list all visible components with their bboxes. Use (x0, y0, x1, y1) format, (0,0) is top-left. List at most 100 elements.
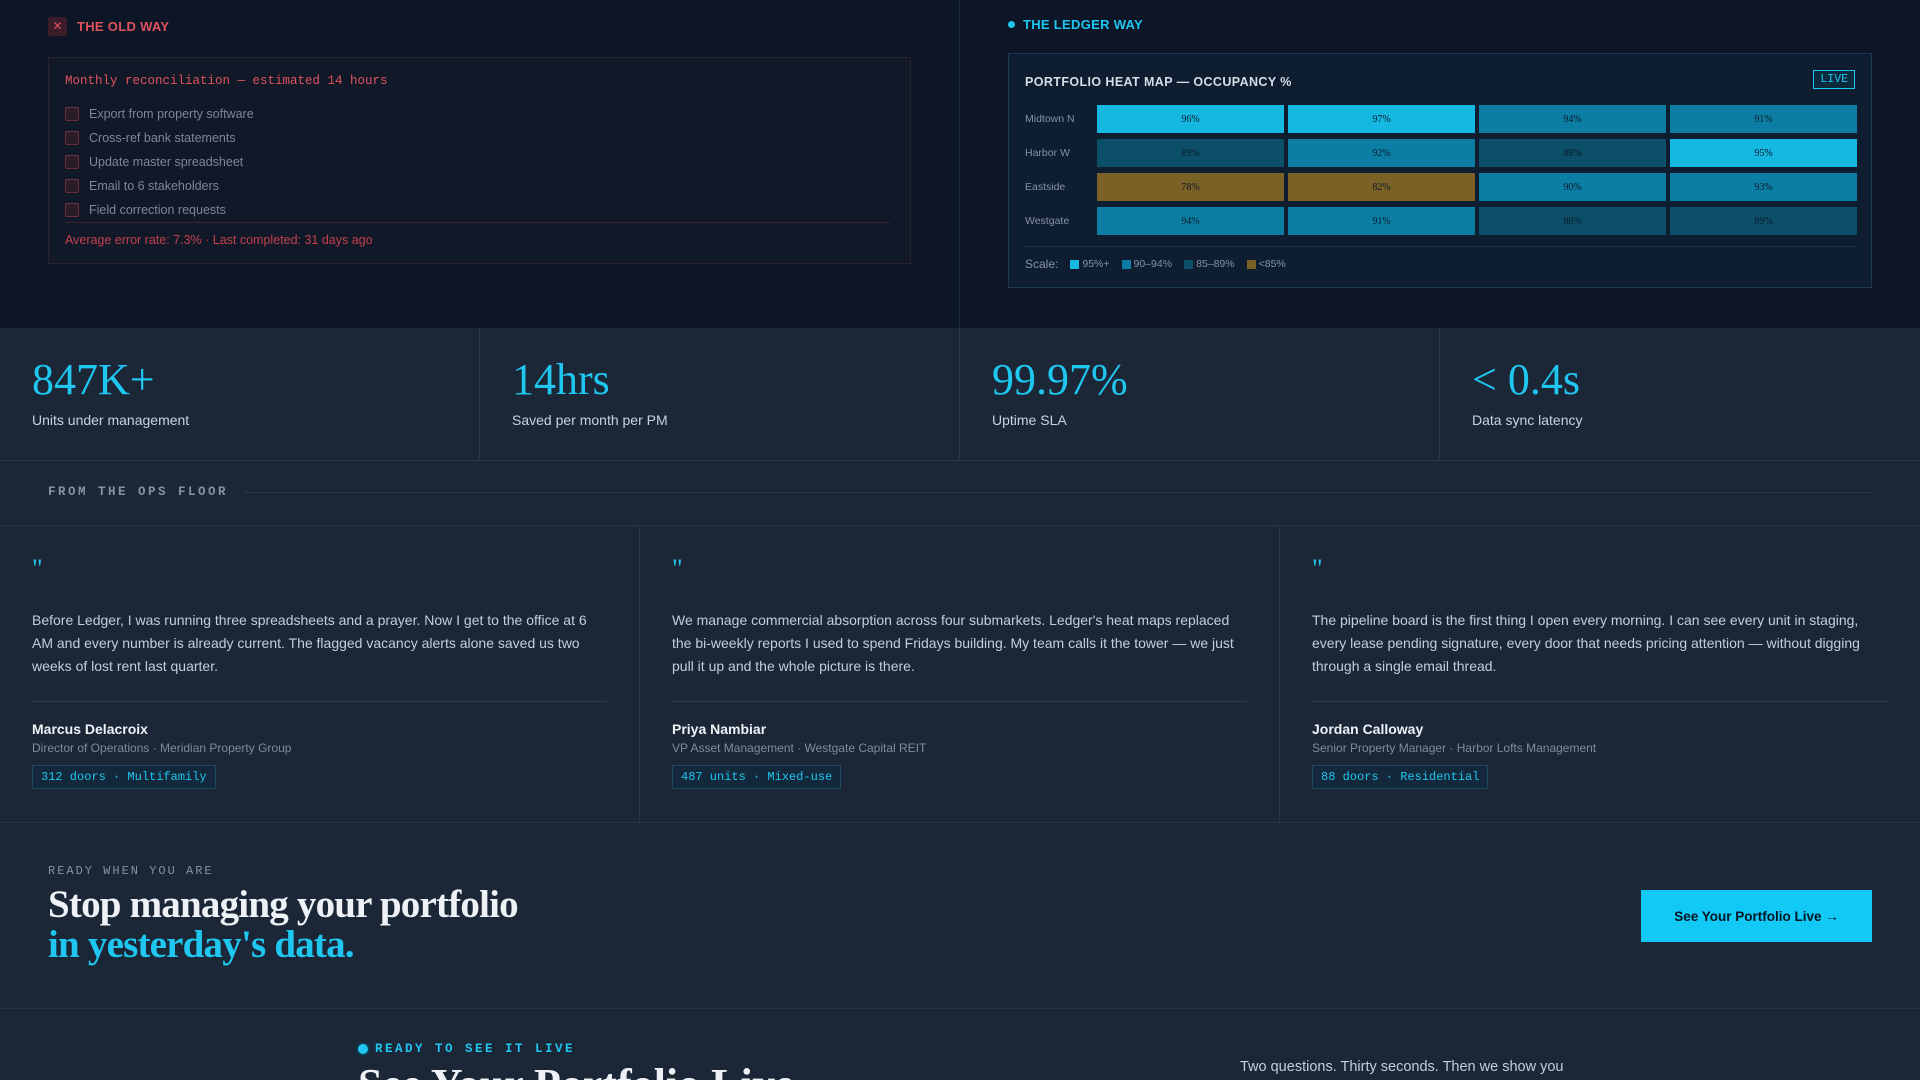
old-way-heading: Monthly reconciliation — estimated 14 ho… (65, 74, 388, 88)
cta-section: READY WHEN YOU ARE Stop managing your po… (0, 823, 1920, 1009)
bottom-title: See Your Portfolio Live (358, 1060, 794, 1080)
scale-swatch-icon (1246, 259, 1256, 269)
quote-icon: " (1312, 554, 1323, 583)
heatmap-cell: 82% (1288, 173, 1475, 201)
checkbox-icon (65, 155, 79, 169)
see-portfolio-live-button[interactable]: See Your Portfolio Live → (1641, 890, 1872, 942)
ledger-way-title: THE LEDGER WAY (1023, 17, 1144, 32)
old-way-card: Monthly reconciliation — estimated 14 ho… (48, 57, 911, 264)
checkbox-icon (65, 179, 79, 193)
stat-latency: < 0.4s Data sync latency (1440, 328, 1920, 460)
cta-headline: Stop managing your portfolio (48, 883, 519, 926)
testimonial-tag: 312 doors · Multifamily (32, 765, 216, 789)
stat-uptime: 99.97% Uptime SLA (960, 328, 1440, 460)
comparison-section: ✕ THE OLD WAY Monthly reconciliation — e… (0, 0, 1920, 328)
testimonial-divider (672, 701, 1247, 702)
testimonial-name: Jordan Calloway (1312, 721, 1424, 737)
scale-swatch-icon (1121, 259, 1131, 269)
stats-bar: 847K+ Units under management 14hrs Saved… (0, 328, 1920, 461)
heatmap-divider (1025, 246, 1855, 247)
heatmap-row-label: Westgate (1025, 215, 1070, 227)
testimonial-divider (32, 701, 607, 702)
scale-item-label: <85% (1258, 258, 1286, 270)
testimonials: " Before Ledger, I was running three spr… (0, 526, 1920, 823)
scale-item: 85–89% (1184, 258, 1235, 270)
stat-label: Units under management (32, 412, 190, 428)
heatmap-cell: 91% (1288, 207, 1475, 235)
testimonial-tag: 487 units · Mixed-use (672, 765, 842, 789)
heatmap-row: Harbor W 89% 92% 88% 95% (1025, 138, 1861, 168)
bottom-side-text: Two questions. Thirty seconds. Then we s… (1240, 1059, 1564, 1075)
testimonial-name: Marcus Delacroix (32, 721, 148, 737)
live-badge: LIVE (1813, 70, 1855, 89)
ledger-way-header: THE LEDGER WAY (1008, 17, 1143, 32)
heatmap-cell: 89% (1670, 207, 1857, 235)
testimonial-quote: Before Ledger, I was running three sprea… (32, 612, 587, 674)
heatmap-cell: 96% (1097, 105, 1284, 133)
scale-item-label: 95%+ (1082, 258, 1110, 270)
checklist-item: Cross-ref bank statements (65, 126, 254, 150)
testimonial-role: Director of Operations · Meridian Proper… (32, 741, 292, 755)
heatmap-row: Midtown N 96% 97% 94% 91% (1025, 104, 1861, 134)
heatmap-row: Westgate 94% 91% 86% 89% (1025, 206, 1861, 236)
heatmap-cell: 95% (1670, 139, 1857, 167)
scale-item-label: 90–94% (1133, 258, 1173, 270)
old-way-footer: Average error rate: 7.3% · Last complete… (65, 233, 373, 247)
scale-swatch-icon (1070, 259, 1080, 269)
checklist-item: Email to 6 stakeholders (65, 174, 254, 198)
heatmap-cell: 92% (1288, 139, 1475, 167)
comparison-divider (959, 0, 960, 328)
task-checklist: Export from property software Cross-ref … (65, 102, 254, 222)
testimonial-card: " We manage commercial absorption across… (640, 526, 1280, 822)
heatmap-cell: 88% (1479, 139, 1666, 167)
checklist-item-label: Cross-ref bank statements (89, 131, 236, 145)
heatmap-cell: 90% (1479, 173, 1666, 201)
old-way-divider (65, 222, 890, 223)
testimonial-role: Senior Property Manager · Harbor Lofts M… (1312, 741, 1597, 755)
checkbox-icon (65, 203, 79, 217)
scale-item-label: 85–89% (1196, 258, 1235, 270)
heatmap-scale: Scale: 95%+ 90–94% 85–89% <85% (1025, 257, 1290, 271)
heatmap-row-label: Harbor W (1025, 147, 1070, 159)
heatmap-cell: 94% (1479, 105, 1666, 133)
bottom-eyebrow: READY TO SEE IT LIVE (358, 1042, 575, 1056)
testimonial-card: " The pipeline board is the first thing … (1280, 526, 1920, 822)
heatmap-row-label: Midtown N (1025, 113, 1075, 125)
ops-floor-title: FROM THE OPS FLOOR (48, 485, 229, 499)
checkbox-icon (65, 131, 79, 145)
checklist-item: Export from property software (65, 102, 254, 126)
heatmap-cell: 86% (1479, 207, 1666, 235)
heatmap-card: PORTFOLIO HEAT MAP — OCCUPANCY % LIVE Mi… (1008, 53, 1872, 288)
scale-label: Scale: (1025, 257, 1059, 271)
scale-item: 95%+ (1070, 258, 1110, 270)
checklist-item-label: Update master spreadsheet (89, 155, 244, 169)
testimonial-role: VP Asset Management · Westgate Capital R… (672, 741, 927, 755)
scale-swatch-icon (1184, 259, 1194, 269)
stat-label: Saved per month per PM (512, 412, 668, 428)
stat-value: 847K+ (32, 355, 155, 404)
testimonial-name: Priya Nambiar (672, 721, 767, 737)
stat-units: 847K+ Units under management (0, 328, 480, 460)
stat-value: < 0.4s (1472, 355, 1580, 404)
scale-item: <85% (1246, 258, 1286, 270)
checkbox-icon (65, 107, 79, 121)
heatmap-title: PORTFOLIO HEAT MAP — OCCUPANCY % (1025, 75, 1292, 89)
heatmap-cell: 91% (1670, 105, 1857, 133)
checklist-item-label: Field correction requests (89, 203, 226, 217)
ops-floor-rule (244, 491, 1872, 493)
old-way-header: ✕ THE OLD WAY (48, 17, 169, 36)
testimonial-tag: 88 doors · Residential (1312, 765, 1489, 789)
quote-icon: " (672, 554, 683, 583)
heatmap-cell: 93% (1670, 173, 1857, 201)
testimonial-quote: We manage commercial absorption across f… (672, 612, 1234, 674)
heatmap-cell: 97% (1288, 105, 1475, 133)
stat-label: Data sync latency (1472, 412, 1583, 428)
quote-icon: " (32, 554, 43, 583)
stat-value: 14hrs (512, 355, 610, 404)
checklist-item-label: Email to 6 stakeholders (89, 179, 219, 193)
heatmap-row-label: Eastside (1025, 181, 1066, 193)
checklist-item: Update master spreadsheet (65, 150, 254, 174)
heatmap-grid: Midtown N 96% 97% 94% 91% Harbor W 89% 92% 88% 95… (1025, 104, 1861, 240)
scale-item: 90–94% (1121, 258, 1173, 270)
ops-floor-header: FROM THE OPS FLOOR (48, 485, 1872, 499)
